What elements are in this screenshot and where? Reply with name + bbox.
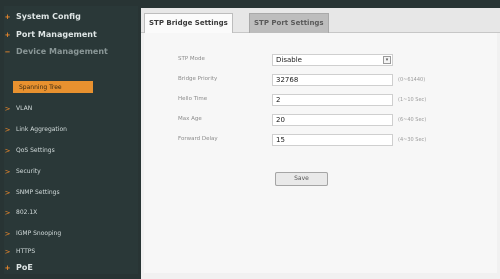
sidebar-item-https[interactable]: > HTTPS — [4, 243, 138, 260]
hello-time-row: Hello Time 2 (1~10 Sec) — [144, 94, 497, 108]
chevron-right-icon: > — [4, 146, 11, 155]
bridge-priority-row: Bridge Priority 32768 (0~61440) — [144, 74, 497, 88]
stp-mode-select[interactable]: Disable ▾ — [272, 54, 393, 66]
collapse-icon: − — [4, 47, 11, 56]
hello-time-label: Hello Time — [178, 96, 208, 102]
stp-mode-label: STP Mode — [178, 56, 205, 62]
main-panel: STP Bridge Settings STP Port Settings ST… — [141, 8, 500, 279]
sidebar-item-802-1x[interactable]: > 802.1X — [4, 204, 138, 221]
chevron-right-icon: > — [4, 188, 11, 197]
tab-stp-port-settings[interactable]: STP Port Settings — [249, 13, 329, 33]
sidebar-nav: + System Config + Port Management − Devi… — [4, 6, 138, 274]
sidebar-item-label: PoE — [16, 263, 33, 272]
hello-time-input[interactable]: 2 — [272, 94, 393, 106]
sidebar-item-link-aggregation[interactable]: > Link Aggregation — [4, 121, 138, 138]
sidebar-item-label: System Config — [16, 12, 81, 21]
bridge-priority-input[interactable]: 32768 — [272, 74, 393, 86]
forward-delay-label: Forward Delay — [178, 136, 218, 142]
forward-delay-row: Forward Delay 15 (4~30 Sec) — [144, 134, 497, 148]
sidebar-item-label: SNMP Settings — [16, 189, 60, 196]
expand-icon: + — [4, 263, 11, 272]
sidebar-item-security[interactable]: > Security — [4, 163, 138, 180]
chevron-right-icon: > — [4, 125, 11, 134]
max-age-label: Max Age — [178, 116, 202, 122]
stp-mode-value: Disable — [276, 56, 302, 64]
sidebar-item-label: Device Management — [16, 47, 108, 56]
sidebar-item-snmp-settings[interactable]: > SNMP Settings — [4, 184, 138, 201]
sidebar-item-label: Security — [16, 168, 41, 175]
chevron-right-icon: > — [4, 104, 11, 113]
sidebar-item-device-management[interactable]: − Device Management — [4, 43, 138, 60]
sidebar-item-label: HTTPS — [16, 248, 36, 255]
sidebar-item-qos-settings[interactable]: > QoS Settings — [4, 142, 138, 159]
chevron-right-icon: > — [4, 247, 11, 256]
forward-delay-input[interactable]: 15 — [272, 134, 393, 146]
sidebar-item-spanning-tree[interactable]: Spanning Tree — [13, 81, 93, 93]
hello-time-hint: (1~10 Sec) — [398, 97, 427, 103]
max-age-input[interactable]: 20 — [272, 114, 393, 126]
expand-icon: + — [4, 30, 11, 39]
app-frame: + System Config + Port Management − Devi… — [0, 0, 500, 279]
max-age-hint: (6~40 Sec) — [398, 117, 427, 123]
bridge-priority-hint: (0~61440) — [398, 77, 426, 83]
sidebar-item-label: QoS Settings — [16, 147, 55, 154]
stp-mode-row: STP Mode Disable ▾ — [144, 54, 497, 68]
dropdown-arrow-icon[interactable]: ▾ — [383, 56, 391, 64]
sidebar-item-vlan[interactable]: > VLAN — [4, 100, 138, 117]
save-button[interactable]: Save — [275, 172, 328, 186]
bridge-priority-label: Bridge Priority — [178, 76, 218, 82]
sidebar-item-igmp-snooping[interactable]: > IGMP Snooping — [4, 225, 138, 242]
sidebar-item-label: VLAN — [16, 105, 33, 112]
stp-bridge-form: STP Mode Disable ▾ Bridge Priority 32768… — [144, 33, 497, 273]
sidebar-item-port-management[interactable]: + Port Management — [4, 26, 138, 43]
expand-icon: + — [4, 12, 11, 21]
sidebar-item-system-config[interactable]: + System Config — [4, 8, 138, 25]
sidebar-item-label: 802.1X — [16, 209, 38, 216]
sidebar-item-label: Link Aggregation — [16, 126, 67, 133]
chevron-right-icon: > — [4, 167, 11, 176]
tab-stp-bridge-settings[interactable]: STP Bridge Settings — [144, 13, 233, 33]
max-age-row: Max Age 20 (6~40 Sec) — [144, 114, 497, 128]
tab-bar: STP Bridge Settings STP Port Settings — [141, 8, 500, 33]
chevron-right-icon: > — [4, 229, 11, 238]
sidebar-item-label: IGMP Snooping — [16, 230, 62, 237]
sidebar-item-poe[interactable]: + PoE — [4, 259, 138, 276]
sidebar-item-label: Port Management — [16, 30, 97, 39]
forward-delay-hint: (4~30 Sec) — [398, 137, 427, 143]
chevron-right-icon: > — [4, 208, 11, 217]
sidebar-item-label: Spanning Tree — [19, 83, 62, 91]
